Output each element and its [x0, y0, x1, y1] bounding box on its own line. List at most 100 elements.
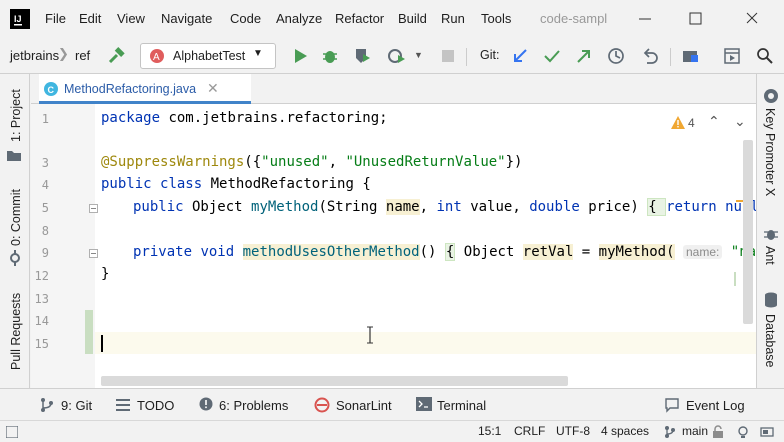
- event-log-icon: [664, 397, 680, 416]
- java-class-icon: C: [43, 81, 59, 100]
- run-config-label: AlphabetTest: [173, 49, 246, 63]
- warning-icon[interactable]: [671, 116, 685, 132]
- menu-bar: IJ File Edit View Navigate Code Analyze …: [0, 0, 784, 38]
- fold-toggle-icon[interactable]: [89, 204, 98, 213]
- line-separator[interactable]: CRLF: [514, 424, 545, 438]
- terminal-tool-window-button[interactable]: Terminal: [437, 398, 486, 413]
- build-hammer-icon[interactable]: [106, 46, 126, 66]
- svg-text:C: C: [48, 85, 55, 95]
- tab-label: MethodRefactoring.java: [64, 82, 197, 96]
- file-encoding[interactable]: UTF-8: [556, 424, 590, 438]
- menu-file[interactable]: File: [45, 11, 66, 26]
- project-structure-icon[interactable]: [680, 46, 700, 66]
- right-tool-strip: Key Promoter X Ant Database: [756, 74, 784, 388]
- inspection-profile-icon[interactable]: [736, 425, 750, 442]
- indent-setting[interactable]: 4 spaces: [601, 424, 649, 438]
- menu-refactor[interactable]: Refactor: [335, 11, 384, 26]
- line-number: 1: [41, 112, 49, 126]
- database-icon: [763, 292, 779, 311]
- search-icon[interactable]: [755, 46, 775, 66]
- menu-run[interactable]: Run: [441, 11, 465, 26]
- coverage-icon[interactable]: [352, 46, 372, 66]
- minimize-icon[interactable]: [633, 8, 657, 30]
- left-tool-strip: 1: Project 0: Commit Pull Requests: [0, 74, 30, 388]
- event-log-tool-window-button[interactable]: Event Log: [686, 398, 745, 413]
- current-line-highlight: [95, 332, 756, 354]
- menu-navigate[interactable]: Navigate: [161, 11, 212, 26]
- git-push-icon[interactable]: [574, 46, 594, 66]
- run-anything-icon[interactable]: [722, 46, 742, 66]
- git-update-icon[interactable]: [510, 46, 530, 66]
- horizontal-scrollbar[interactable]: [101, 376, 568, 386]
- menu-tools[interactable]: Tools: [481, 11, 511, 26]
- caret-position[interactable]: 15:1: [478, 424, 501, 438]
- todo-tool-window-button[interactable]: TODO: [137, 398, 174, 413]
- previous-highlight-chevron-up-icon[interactable]: ⌃: [708, 113, 720, 130]
- next-highlight-chevron-down-icon[interactable]: ⌄: [734, 113, 746, 130]
- git-branch-icon: [40, 397, 54, 416]
- git-tool-window-button[interactable]: 9: Git: [61, 398, 92, 413]
- line-number: 4: [41, 178, 49, 192]
- mouse-ibeam-cursor-icon: [365, 326, 375, 347]
- code-line-5: public Object myMethod(String name, int …: [133, 198, 756, 216]
- line-number: 15: [34, 337, 49, 351]
- database-tool-window-button[interactable]: Database: [763, 314, 777, 368]
- code-editor[interactable]: 1 3 4 5 8 9 12 13 14 15 package com.jetb…: [31, 104, 756, 388]
- readonly-lock-icon[interactable]: [712, 425, 724, 442]
- fold-toggle-icon[interactable]: [89, 249, 98, 258]
- menu-analyze[interactable]: Analyze: [276, 11, 322, 26]
- tab-method-refactoring[interactable]: C MethodRefactoring.java ✕: [39, 74, 251, 104]
- key-promoter-tool-window-button[interactable]: Key Promoter X: [763, 108, 777, 196]
- terminal-icon: [416, 397, 432, 414]
- ant-bug-icon: [763, 226, 779, 245]
- breadcrumb-ref[interactable]: ref: [75, 48, 90, 63]
- line-number: 9: [41, 246, 49, 260]
- maximize-icon[interactable]: [683, 8, 707, 30]
- breadcrumb-separator-icon: ❯: [58, 46, 69, 61]
- git-rollback-icon[interactable]: [640, 46, 660, 66]
- menu-build[interactable]: Build: [398, 11, 427, 26]
- ant-tool-window-button[interactable]: Ant: [763, 246, 777, 265]
- more-run-chevron-icon[interactable]: ▼: [414, 50, 423, 60]
- menu-view[interactable]: View: [117, 11, 145, 26]
- git-history-icon[interactable]: [606, 46, 626, 66]
- code-line-12: }: [101, 266, 110, 282]
- warning-count: 4: [688, 116, 695, 130]
- breadcrumb-jetbrains[interactable]: jetbrains: [10, 48, 59, 63]
- vertical-scrollbar[interactable]: [743, 140, 753, 324]
- project-folder-icon: [6, 148, 22, 165]
- problems-tool-window-button[interactable]: 6: Problems: [219, 398, 288, 413]
- code-line-9: private void methodUsesOtherMethod() { O…: [133, 243, 756, 261]
- commit-tool-window-button[interactable]: 0: Commit: [9, 189, 23, 246]
- vcs-branch-icon: [664, 425, 676, 442]
- project-tool-window-button[interactable]: 1: Project: [9, 89, 23, 142]
- profile-icon[interactable]: [386, 46, 406, 66]
- tool-windows-toggle-icon[interactable]: [5, 425, 19, 441]
- git-commit-icon[interactable]: [542, 46, 562, 66]
- memory-indicator-icon[interactable]: [760, 425, 774, 442]
- code-line-3: @SuppressWarnings({"unused", "UnusedRetu…: [101, 154, 523, 170]
- run-configuration-select[interactable]: A AlphabetTest ▼: [140, 43, 276, 69]
- line-number: 5: [41, 201, 49, 215]
- line-number: 8: [41, 224, 49, 238]
- sonarlint-icon: [314, 397, 330, 416]
- svg-text:IJ: IJ: [14, 14, 22, 24]
- code-line-4: public class MethodRefactoring {: [101, 176, 371, 192]
- svg-text:A: A: [153, 52, 160, 63]
- run-icon[interactable]: [290, 46, 310, 66]
- menu-edit[interactable]: Edit: [79, 11, 101, 26]
- line-number: 12: [34, 269, 49, 283]
- sonarlint-tool-window-button[interactable]: SonarLint: [336, 398, 392, 413]
- pull-requests-tool-window-button[interactable]: Pull Requests: [9, 293, 23, 370]
- close-tab-icon[interactable]: ✕: [207, 80, 219, 97]
- current-branch[interactable]: main: [682, 424, 708, 438]
- menu-code[interactable]: Code: [230, 11, 261, 26]
- close-window-icon[interactable]: [740, 8, 764, 30]
- toolbar-divider: [466, 48, 467, 66]
- todo-list-icon: [116, 399, 130, 414]
- text-caret: [101, 335, 103, 352]
- editor-tab-bar: C MethodRefactoring.java ✕: [31, 74, 756, 104]
- git-label: Git:: [480, 48, 500, 62]
- java-config-icon: A: [149, 48, 165, 67]
- debug-icon[interactable]: [320, 46, 340, 66]
